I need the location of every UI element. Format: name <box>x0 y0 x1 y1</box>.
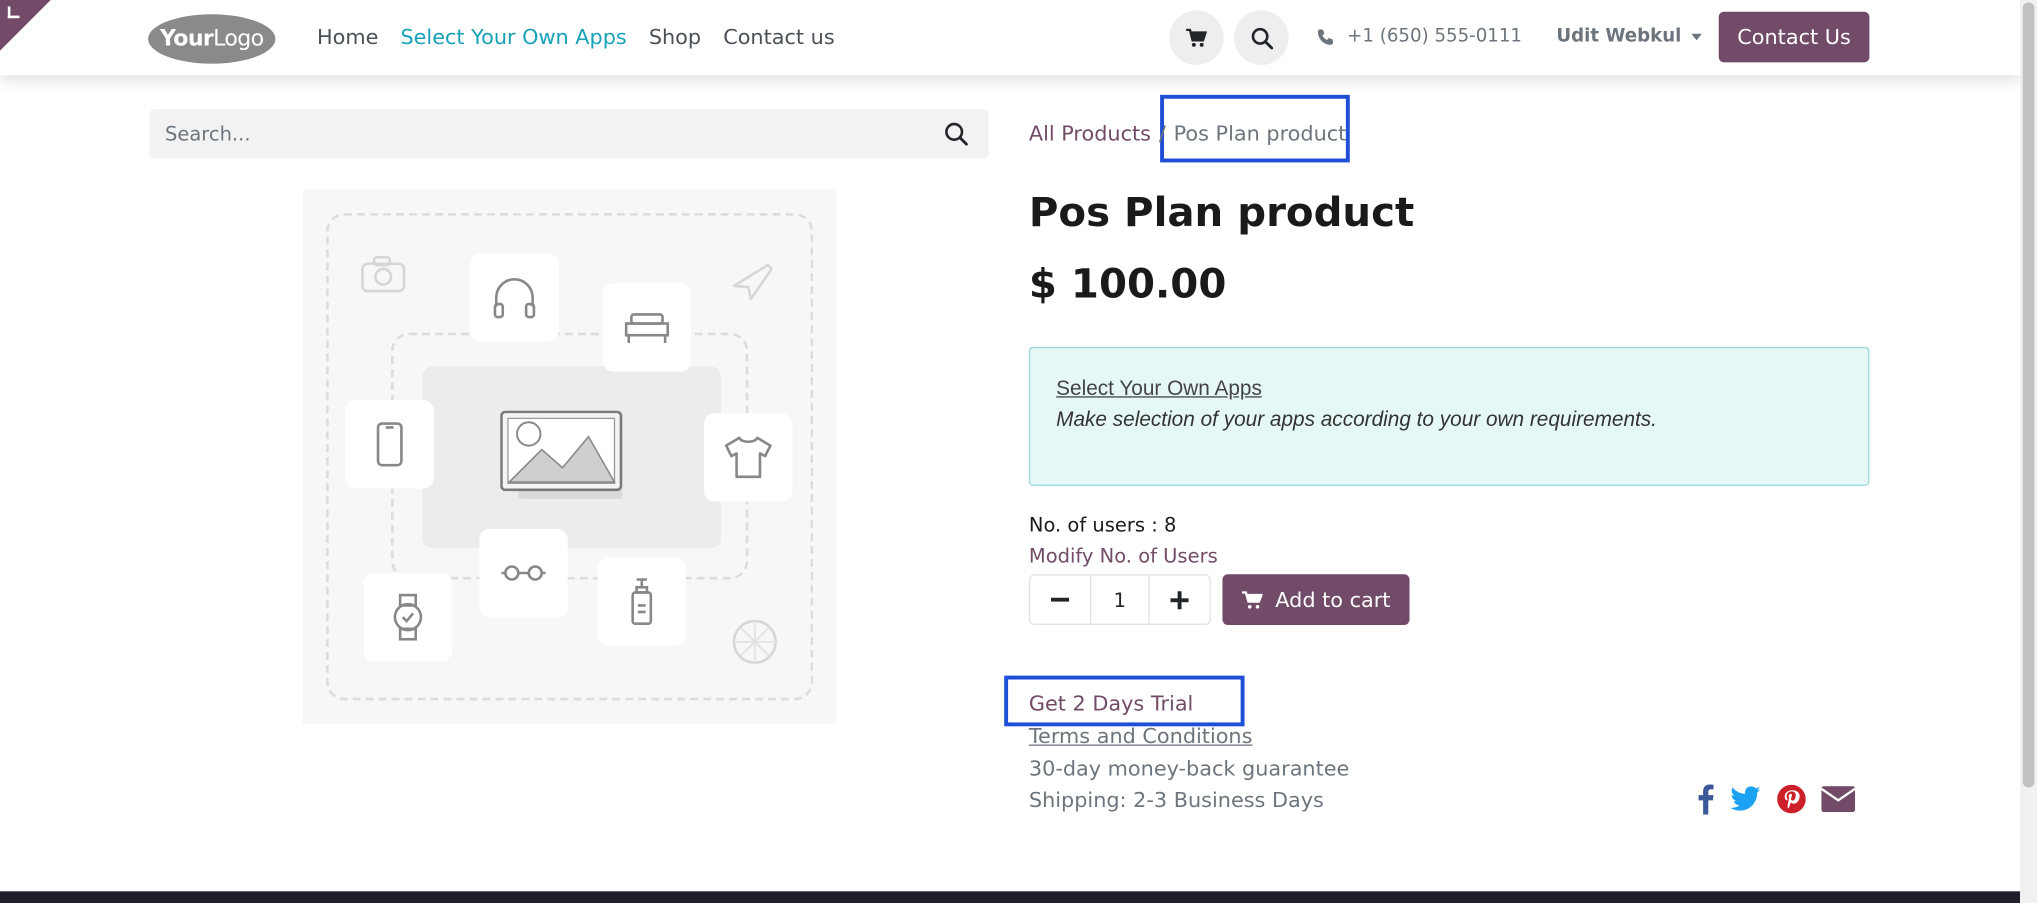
tshirt-icon <box>724 436 772 479</box>
bed-tile <box>602 283 692 372</box>
terms-link[interactable]: Terms and Conditions <box>1029 724 1253 749</box>
search-submit-button[interactable] <box>944 122 968 151</box>
scrollbar[interactable] <box>2020 0 2037 903</box>
perfume-tile <box>597 557 686 646</box>
decrease-quantity-button[interactable] <box>1030 576 1090 624</box>
select-apps-link[interactable]: Select Your Own Apps <box>1056 378 1842 401</box>
twitter-icon[interactable] <box>1730 786 1761 812</box>
nav-select-your-own-apps[interactable]: Select Your Own Apps <box>400 25 626 50</box>
increase-quantity-button[interactable] <box>1150 576 1210 624</box>
picture-icon <box>500 410 623 499</box>
scrollbar-thumb[interactable] <box>2022 2 2035 788</box>
contact-us-button[interactable]: Contact Us <box>1718 11 1870 63</box>
tshirt-tile <box>704 413 793 502</box>
breadcrumb: All Products / Pos Plan product <box>1029 121 1346 146</box>
cart-icon <box>1241 590 1263 608</box>
search-icon <box>945 122 968 146</box>
facebook-icon[interactable] <box>1697 783 1715 815</box>
quantity-stepper: 1 <box>1028 574 1211 625</box>
pinterest-icon[interactable] <box>1777 784 1806 814</box>
headphones-tile <box>470 253 559 342</box>
cart-icon <box>1186 28 1207 47</box>
guarantee-text: 30-day money-back guarantee <box>1028 756 1350 781</box>
product-search <box>149 109 989 159</box>
product-title: Pos Plan product <box>1028 189 1415 237</box>
quantity-input[interactable]: 1 <box>1089 575 1150 624</box>
user-name: Udit Webkul <box>1556 25 1682 47</box>
main-nav: Home Select Your Own Apps Shop Contact u… <box>317 25 835 50</box>
email-icon[interactable] <box>1821 786 1856 813</box>
search-input[interactable] <box>149 109 916 159</box>
header-search-button[interactable] <box>1234 10 1289 65</box>
site-logo[interactable]: YourLogo <box>148 14 276 64</box>
nav-contact-us[interactable]: Contact us <box>723 25 834 50</box>
shipping-text: Shipping: 2-3 Business Days <box>1028 787 1324 813</box>
watch-tile <box>363 572 453 662</box>
headphones-icon <box>493 278 536 319</box>
minus-icon <box>1050 597 1070 601</box>
page: YourLogo Home Select Your Own Apps Shop … <box>0 0 2037 903</box>
glasses-tile <box>479 528 568 618</box>
bed-icon <box>624 313 670 344</box>
breadcrumb-all-products[interactable]: All Products <box>1029 121 1151 146</box>
site-header: YourLogo Home Select Your Own Apps Shop … <box>0 0 2021 76</box>
phone-icon <box>1317 28 1334 45</box>
chevron-down-icon <box>1691 33 1703 40</box>
info-description: Make selection of your apps according to… <box>1056 409 1657 432</box>
watch-icon <box>393 593 423 641</box>
ball-icon <box>732 619 777 664</box>
add-to-cart-label: Add to cart <box>1275 587 1391 612</box>
modify-users-link[interactable]: Modify No. of Users <box>1029 544 1218 567</box>
corner-arrow-icon <box>7 6 20 19</box>
social-share <box>1697 783 1856 815</box>
cart-button[interactable] <box>1169 10 1224 65</box>
users-count: No. of users : 8 <box>1028 513 1177 537</box>
footer <box>0 891 2021 903</box>
phone-tile <box>345 400 434 489</box>
product-info-box: Select Your Own Apps Make selection of y… <box>1028 346 1870 486</box>
breadcrumb-separator: / <box>1158 120 1166 146</box>
breadcrumb-current: Pos Plan product <box>1173 120 1347 146</box>
product-image-placeholder[interactable] <box>302 189 837 724</box>
airplane-icon <box>732 263 773 301</box>
phone-number: +1 (650) 555-0111 <box>1347 25 1523 47</box>
nav-home[interactable]: Home <box>317 25 378 50</box>
glasses-icon <box>501 565 546 581</box>
smartphone-icon <box>376 422 403 467</box>
plus-icon <box>1170 590 1189 609</box>
add-to-cart-button[interactable]: Add to cart <box>1222 574 1410 625</box>
nav-shop[interactable]: Shop <box>649 25 701 50</box>
product-price: $ 100.00 <box>1028 261 1227 308</box>
search-icon <box>1251 27 1273 49</box>
user-menu[interactable]: Udit Webkul <box>1556 25 1703 47</box>
trial-link[interactable]: Get 2 Days Trial <box>1029 691 1193 716</box>
perfume-icon <box>631 578 653 625</box>
camera-icon <box>361 255 406 293</box>
phone-contact[interactable]: +1 (650) 555-0111 <box>1317 26 1522 47</box>
